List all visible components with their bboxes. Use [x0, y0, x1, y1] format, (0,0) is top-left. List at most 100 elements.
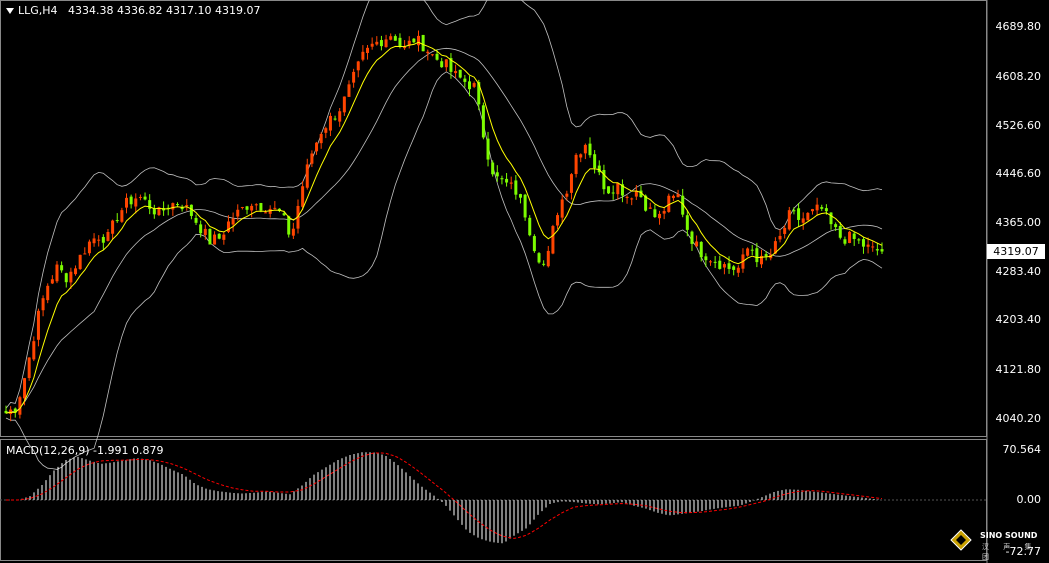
bollinger-upper [5, 0, 883, 409]
candle-body [616, 182, 620, 195]
candle-body [111, 220, 115, 234]
candle-body [560, 199, 564, 218]
candle-body [78, 254, 82, 270]
candle-body [727, 263, 731, 269]
candle-body [491, 162, 495, 175]
candle-body [746, 248, 750, 256]
candle-body [50, 279, 54, 284]
price-tick: 4526.60 [995, 119, 1042, 132]
brand-name-cn: 汉 声 集 团 [982, 543, 1038, 561]
candle-body [787, 210, 791, 230]
candle-body [866, 244, 870, 247]
candle-body [690, 231, 694, 244]
bollinger-lower [5, 71, 883, 470]
candle-body [264, 212, 268, 214]
candlesticks [4, 30, 884, 422]
candle-body [537, 253, 541, 263]
candle-body [440, 61, 444, 68]
candle-body [138, 196, 142, 198]
candle-body [421, 34, 425, 52]
macd-tick: 70.564 [1002, 443, 1042, 456]
candle-body [676, 194, 680, 198]
candle-body [319, 134, 323, 144]
candle-body [287, 216, 291, 235]
candle-body [579, 154, 583, 158]
candle-body [685, 215, 689, 230]
candle-body [106, 232, 110, 241]
candle-body [152, 208, 156, 215]
candle-body [171, 203, 175, 210]
candle-body [41, 298, 45, 311]
candle-body [662, 211, 666, 214]
candle-body [338, 111, 342, 122]
candle-body [389, 36, 393, 40]
candle-body [217, 233, 221, 239]
candle-body [565, 193, 569, 197]
candle-body [412, 38, 416, 43]
candle-body [46, 285, 50, 301]
price-tick: 4689.80 [995, 20, 1042, 33]
candle-body [370, 43, 374, 47]
candle-body [417, 35, 421, 46]
price-tick: 4608.20 [995, 70, 1042, 83]
candle-body [444, 59, 448, 68]
candle-body [375, 41, 379, 45]
candle-body [129, 196, 133, 205]
candle-body [458, 69, 462, 78]
candle-body [820, 207, 824, 209]
candle-body [259, 203, 263, 211]
candle-body [74, 268, 78, 275]
candle-body [518, 194, 522, 198]
candle-body [310, 153, 314, 164]
candle-body [704, 256, 708, 261]
candle-body [273, 207, 277, 209]
candle-body [143, 196, 147, 200]
candle-body [352, 71, 356, 83]
price-tick: 4121.80 [995, 363, 1042, 376]
chart-canvas[interactable] [0, 0, 1049, 563]
candle-body [366, 47, 370, 54]
symbol-dropdown-icon[interactable] [6, 8, 14, 14]
candle-body [861, 239, 865, 247]
candle-body [658, 213, 662, 219]
price-panel-frame [0, 0, 987, 437]
candle-body [764, 254, 768, 257]
candle-body [64, 273, 68, 283]
candle-body [797, 208, 801, 220]
candle-body [23, 378, 27, 399]
candle-body [801, 218, 805, 223]
candle-body [315, 142, 319, 152]
ma-line [5, 41, 883, 414]
candle-body [222, 234, 226, 240]
candle-body [611, 192, 615, 194]
candle-body [347, 84, 351, 97]
candle-body [625, 196, 629, 198]
candle-body [750, 249, 754, 251]
candle-body [87, 241, 91, 254]
candle-body [185, 205, 189, 207]
candle-body [829, 212, 833, 225]
price-tick: 4446.60 [995, 167, 1042, 180]
candle-body [852, 233, 856, 239]
candle-body [593, 154, 597, 169]
candle-body [792, 210, 796, 212]
candle-body [231, 218, 235, 225]
candle-body [607, 186, 611, 194]
candle-body [556, 215, 560, 226]
brand-name: SINO SOUND [980, 531, 1038, 540]
candle-body [574, 154, 578, 174]
macd-signal-line [6, 452, 883, 539]
candle-body [379, 40, 383, 47]
bollinger-bands [5, 0, 883, 470]
price-tick: 4040.20 [995, 412, 1042, 425]
candle-body [120, 210, 124, 222]
candle-body [834, 224, 838, 228]
candle-body [875, 249, 879, 251]
candle-body [569, 174, 573, 193]
candle-body [115, 220, 119, 222]
candle-body [500, 178, 504, 180]
candle-body [871, 246, 875, 248]
candle-body [755, 248, 759, 263]
current-price-tag: 4319.07 [987, 244, 1045, 259]
candle-body [208, 228, 212, 245]
